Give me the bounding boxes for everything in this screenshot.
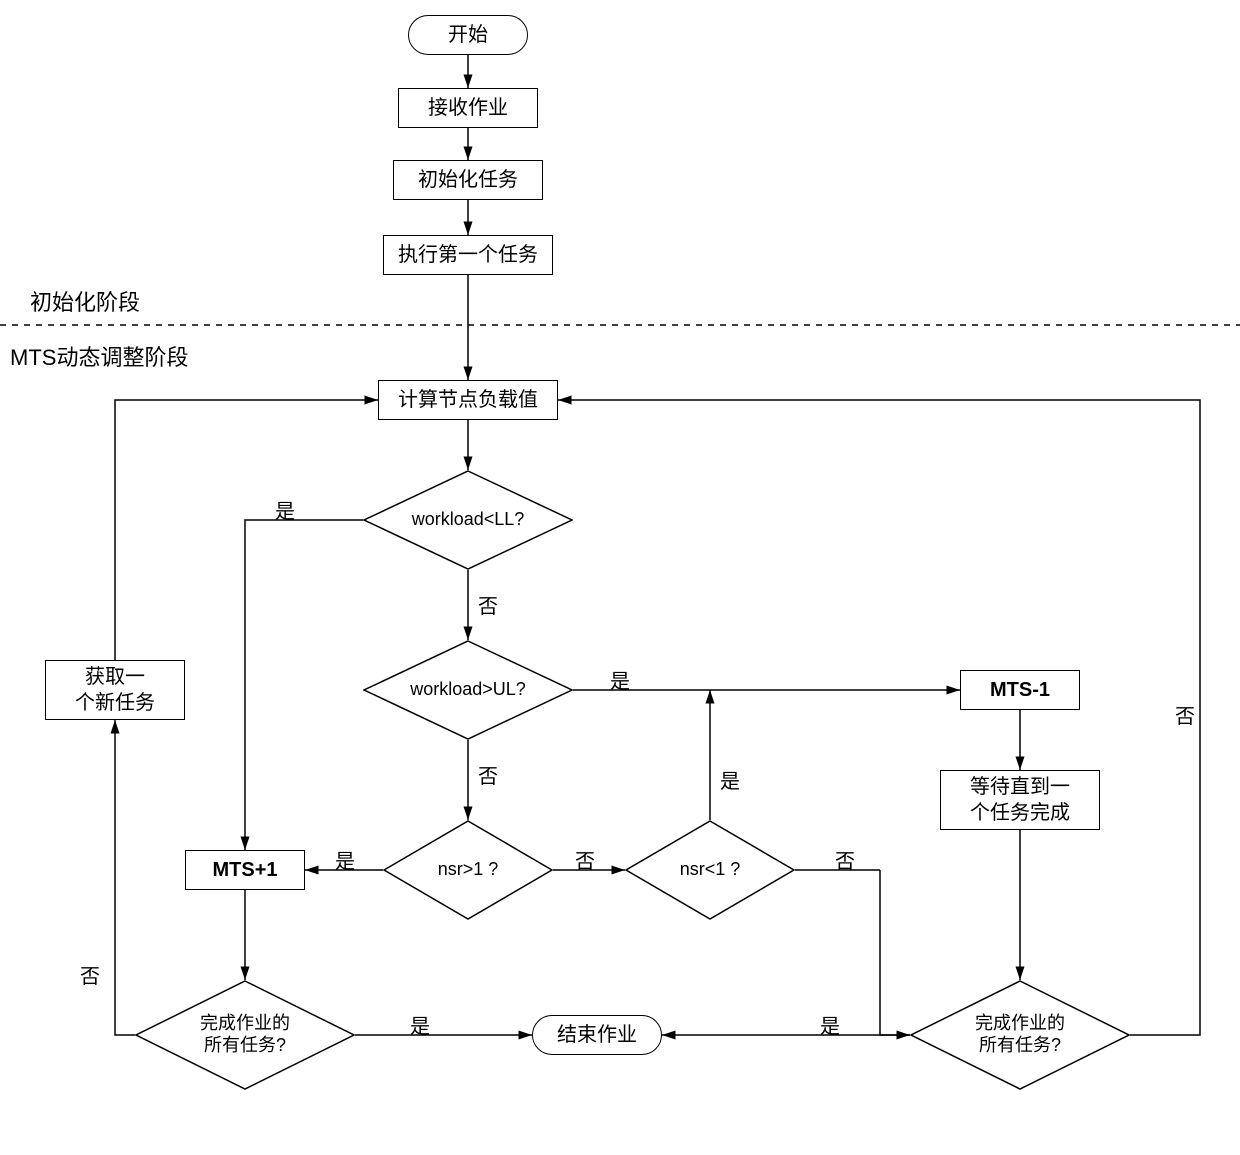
ul-yes: 是 xyxy=(610,665,630,694)
mts-plus: MTS+1 xyxy=(185,850,305,890)
workload-ll-decision: workload<LL? xyxy=(363,470,573,570)
exec-first-task: 执行第一个任务 xyxy=(383,235,553,275)
nsr-lt1-decision: nsr<1 ? xyxy=(625,820,795,920)
ll-no: 否 xyxy=(478,590,498,619)
nsrlt-no: 否 xyxy=(835,845,855,874)
calc-load: 计算节点负载值 xyxy=(378,380,558,420)
ul-no: 否 xyxy=(478,760,498,789)
end-job-terminal: 结束作业 xyxy=(532,1015,662,1055)
allleft-no: 否 xyxy=(80,960,100,989)
allright-no: 否 xyxy=(1175,700,1195,729)
nsrgt-no: 否 xyxy=(575,845,595,874)
workload-ul-decision: workload>UL? xyxy=(363,640,573,740)
mts-minus: MTS-1 xyxy=(960,670,1080,710)
wait-task-done: 等待直到一 个任务完成 xyxy=(940,770,1100,830)
init-task: 初始化任务 xyxy=(393,160,543,200)
allright-yes: 是 xyxy=(820,1010,840,1039)
phase-mts-label: MTS动态调整阶段 xyxy=(10,340,188,372)
phase-init-label: 初始化阶段 xyxy=(30,285,140,317)
receive-job: 接收作业 xyxy=(398,88,538,128)
nsr-gt1-decision: nsr>1 ? xyxy=(383,820,553,920)
nsrgt-yes: 是 xyxy=(335,845,355,874)
ll-yes: 是 xyxy=(275,495,295,524)
start-terminal: 开始 xyxy=(408,15,528,55)
nsrlt-yes: 是 xyxy=(720,765,740,794)
all-done-right-decision: 完成作业的 所有任务? xyxy=(910,980,1130,1090)
get-new-task: 获取一 个新任务 xyxy=(45,660,185,720)
allleft-yes: 是 xyxy=(410,1010,430,1039)
all-done-left-decision: 完成作业的 所有任务? xyxy=(135,980,355,1090)
